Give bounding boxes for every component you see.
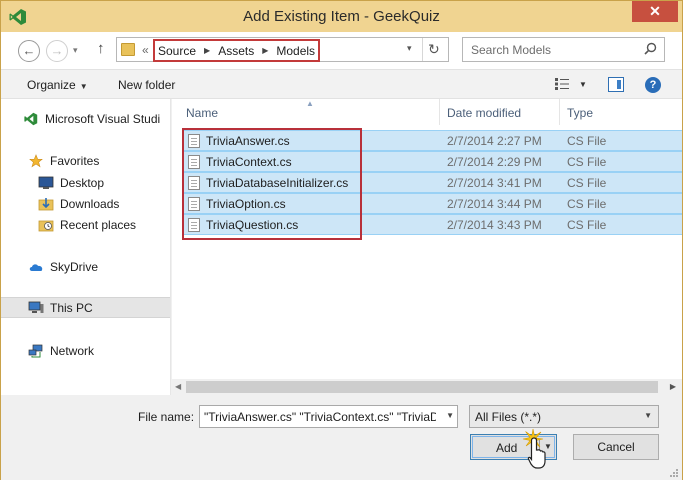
dialog-footer: File name: "TriviaAnswer.cs" "TriviaCont… xyxy=(1,395,682,480)
sidebar-item-label: This PC xyxy=(50,300,93,315)
computer-icon xyxy=(28,301,44,313)
title-bar[interactable]: Add Existing Item - GeekQuiz ✕ xyxy=(1,1,682,32)
column-header-date[interactable]: Date modified xyxy=(447,106,521,120)
close-icon: ✕ xyxy=(649,3,661,19)
sidebar-item-downloads[interactable]: Downloads xyxy=(1,193,170,214)
address-dropdown-icon[interactable]: ▾ xyxy=(407,43,412,54)
navigation-pane: Microsoft Visual Studi Favorites Desktop… xyxy=(1,99,171,395)
view-dropdown-icon[interactable]: ▼ xyxy=(579,80,587,89)
sidebar-item-label: Microsoft Visual Studi xyxy=(45,111,161,126)
close-button[interactable]: ✕ xyxy=(632,1,678,22)
back-button[interactable]: ← xyxy=(18,40,40,62)
downloads-icon xyxy=(38,197,54,210)
address-bar[interactable]: « Source ▶ Assets ▶ Models ▾ ↻ xyxy=(116,37,449,62)
overflow-chevron-icon[interactable]: « xyxy=(142,43,149,57)
sidebar-item-label: Recent places xyxy=(60,217,137,232)
file-type: CS File xyxy=(567,176,607,190)
file-date: 2/7/2014 2:27 PM xyxy=(447,134,542,148)
dialog-window: Add Existing Item - GeekQuiz ✕ ← → ▾ ↑ «… xyxy=(0,0,683,480)
chevron-down-icon: ▾ xyxy=(73,45,78,55)
caret-down-icon: ▼ xyxy=(79,82,88,91)
file-type: CS File xyxy=(567,197,607,211)
view-options-icon[interactable] xyxy=(554,77,570,91)
sidebar-item-label: Favorites xyxy=(50,153,100,168)
new-folder-button[interactable]: New folder xyxy=(118,78,175,92)
file-date: 2/7/2014 3:43 PM xyxy=(447,218,542,232)
search-box[interactable]: Search Models xyxy=(462,37,665,62)
refresh-icon[interactable]: ↻ xyxy=(428,41,440,58)
breadcrumb: Source ▶ Assets ▶ Models xyxy=(153,39,320,62)
sidebar-item-network[interactable]: Network xyxy=(1,340,170,361)
column-header-name[interactable]: Name xyxy=(186,106,218,120)
cancel-button[interactable]: Cancel xyxy=(573,434,659,460)
star-icon xyxy=(29,153,43,167)
arrow-up-icon: ↑ xyxy=(97,40,105,57)
file-type-filter-value: All Files (*.*) xyxy=(475,410,542,424)
file-date: 2/7/2014 3:41 PM xyxy=(447,176,542,190)
file-date: 2/7/2014 3:44 PM xyxy=(447,197,542,211)
file-name-field[interactable]: "TriviaAnswer.cs" "TriviaContext.cs" "Tr… xyxy=(199,405,458,428)
preview-pane-icon[interactable] xyxy=(608,77,624,92)
sidebar-item-label: SkyDrive xyxy=(50,259,99,274)
file-date: 2/7/2014 2:29 PM xyxy=(447,155,542,169)
sidebar-item-recent-places[interactable]: Recent places xyxy=(1,214,170,235)
recent-locations-button[interactable]: ▾ xyxy=(73,45,78,56)
file-name-label: File name: xyxy=(138,410,195,424)
up-button[interactable]: ↑ xyxy=(97,40,105,57)
network-icon xyxy=(28,344,43,357)
desktop-icon xyxy=(38,176,54,189)
sidebar-item-desktop[interactable]: Desktop xyxy=(1,172,170,193)
sidebar-item-label: Downloads xyxy=(60,196,120,211)
resize-grip-icon[interactable] xyxy=(669,468,679,478)
column-divider[interactable] xyxy=(439,99,440,125)
organize-label: Organize xyxy=(27,78,76,92)
scrollbar-thumb[interactable] xyxy=(186,381,658,393)
sidebar-item-label: Desktop xyxy=(60,175,105,190)
mouse-pointer-icon xyxy=(527,437,546,469)
file-type: CS File xyxy=(567,134,607,148)
add-button-label: Add xyxy=(496,441,518,455)
sidebar-item-label: Network xyxy=(50,343,95,358)
arrow-right-icon: → xyxy=(50,43,64,58)
visual-studio-icon xyxy=(24,112,38,125)
sidebar-item-skydrive[interactable]: SkyDrive xyxy=(1,256,170,277)
sidebar-item-this-pc[interactable]: This PC xyxy=(1,297,170,318)
search-icon[interactable] xyxy=(644,42,657,55)
selection-highlight-box xyxy=(182,128,362,240)
organize-button[interactable]: Organize ▼ xyxy=(27,78,88,92)
arrow-left-icon: ← xyxy=(22,43,36,58)
file-type-filter[interactable]: All Files (*.*) ▼ xyxy=(469,405,659,428)
command-toolbar: Organize ▼ New folder ▼ ? xyxy=(1,69,682,99)
recent-places-icon xyxy=(38,220,54,231)
horizontal-scrollbar[interactable]: ◀ ▶ xyxy=(172,379,682,395)
folder-icon xyxy=(121,43,135,56)
sidebar-item-favorites[interactable]: Favorites xyxy=(1,150,170,171)
sidebar-item-visual-studio[interactable]: Microsoft Visual Studi xyxy=(1,108,170,129)
file-list-pane: ▲ Name Date modified Type TriviaAnswer.c… xyxy=(172,99,682,395)
sort-ascending-icon: ▲ xyxy=(306,99,314,108)
scroll-right-icon[interactable]: ▶ xyxy=(670,382,676,391)
forward-button[interactable]: → xyxy=(46,40,68,62)
breadcrumb-assets[interactable]: Assets xyxy=(218,44,254,58)
search-input[interactable]: Search Models xyxy=(471,43,551,57)
scroll-left-icon[interactable]: ◀ xyxy=(175,382,181,391)
column-divider[interactable] xyxy=(559,99,560,125)
file-name-value[interactable]: "TriviaAnswer.cs" "TriviaContext.cs" "Tr… xyxy=(204,410,436,424)
breadcrumb-arrow-icon[interactable]: ▶ xyxy=(262,46,268,55)
breadcrumb-source[interactable]: Source xyxy=(158,44,196,58)
file-type: CS File xyxy=(567,218,607,232)
breadcrumb-arrow-icon[interactable]: ▶ xyxy=(204,46,210,55)
help-icon[interactable]: ? xyxy=(645,77,661,93)
column-header-type[interactable]: Type xyxy=(567,106,593,120)
file-type: CS File xyxy=(567,155,607,169)
navigation-bar: ← → ▾ ↑ « Source ▶ Assets ▶ Models ▾ ↻ S… xyxy=(1,32,682,69)
cloud-icon xyxy=(29,263,43,271)
breadcrumb-models[interactable]: Models xyxy=(276,44,315,58)
chevron-down-icon[interactable]: ▼ xyxy=(644,411,652,420)
column-headers: ▲ Name Date modified Type xyxy=(172,99,682,127)
address-divider xyxy=(422,38,423,61)
window-title: Add Existing Item - GeekQuiz xyxy=(243,8,440,25)
chevron-down-icon[interactable]: ▼ xyxy=(446,411,454,420)
